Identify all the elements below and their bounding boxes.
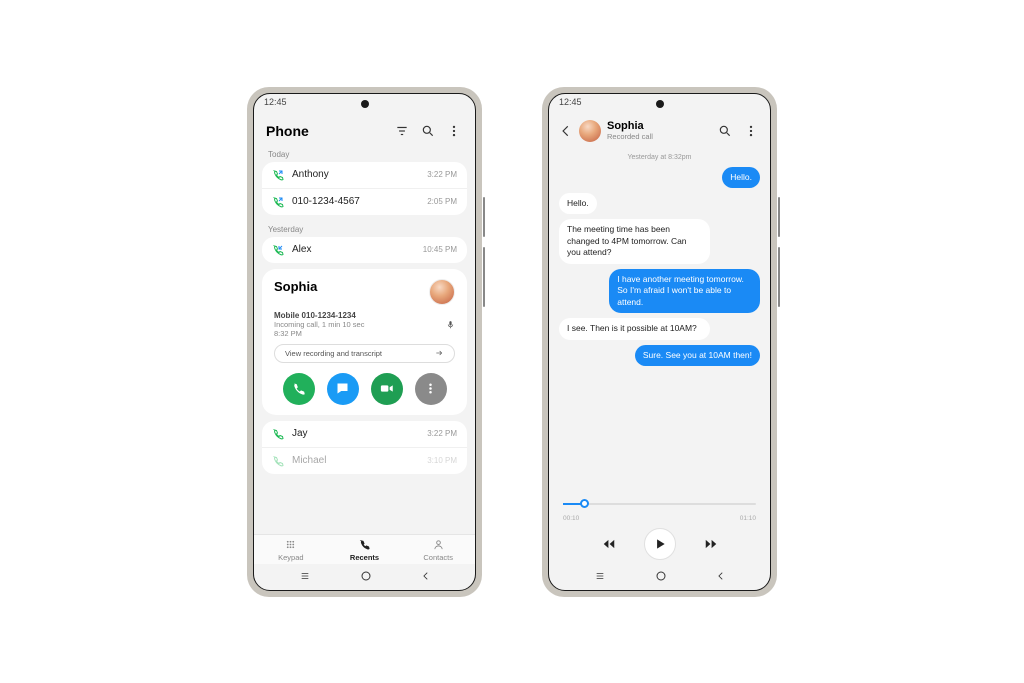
incoming-call-icon	[272, 244, 284, 256]
nav-keypad[interactable]: Keypad	[254, 539, 328, 562]
call-detail: Incoming call, 1 min 10 sec	[274, 320, 446, 329]
back-icon[interactable]	[716, 570, 726, 582]
info-button[interactable]	[415, 373, 447, 405]
recents-icon	[328, 539, 402, 551]
more-icon[interactable]	[742, 122, 760, 140]
message-out[interactable]: Hello.	[722, 167, 760, 188]
call-row[interactable]: 010-1234-4567 2:05 PM	[262, 189, 467, 215]
contact-name: Sophia	[607, 120, 708, 132]
caller-name: Alex	[292, 244, 423, 255]
call-time: 3:10 PM	[427, 456, 457, 465]
call-time: 2:05 PM	[427, 197, 457, 206]
play-button[interactable]	[644, 528, 676, 560]
incoming-call-icon	[272, 455, 284, 467]
message-out[interactable]: I have another meeting tomorrow. So I'm …	[609, 269, 760, 313]
call-time: 10:45 PM	[423, 245, 457, 254]
system-nav	[254, 564, 475, 590]
phone-left: 12:45 Phone Today Anthony 3:22 PM	[247, 87, 482, 597]
avatar[interactable]	[579, 120, 601, 142]
recent-apps-icon[interactable]	[298, 571, 312, 581]
back-icon[interactable]	[559, 124, 573, 138]
call-time: 3:22 PM	[427, 429, 457, 438]
mic-icon	[446, 320, 455, 329]
call-row[interactable]: Michael 3:10 PM	[262, 448, 467, 474]
contacts-icon	[401, 539, 475, 551]
caller-name: 010-1234-4567	[292, 196, 427, 207]
message-out[interactable]: Sure. See you at 10AM then!	[635, 345, 760, 366]
section-today: Today	[262, 146, 467, 162]
message-button[interactable]	[327, 373, 359, 405]
chat-header: Sophia Recorded call	[549, 114, 770, 148]
side-button[interactable]	[778, 247, 780, 307]
message-in[interactable]: Hello.	[559, 193, 597, 214]
front-camera	[656, 100, 664, 108]
caller-name: Jay	[292, 428, 427, 439]
clock: 12:45	[559, 97, 582, 107]
system-nav	[549, 564, 770, 590]
call-button[interactable]	[283, 373, 315, 405]
nav-contacts[interactable]: Contacts	[401, 539, 475, 562]
seek-bar[interactable]	[563, 495, 756, 513]
app-title: Phone	[266, 123, 385, 139]
message-in[interactable]: I see. Then is it possible at 10AM?	[559, 318, 710, 339]
message-in[interactable]: The meeting time has been changed to 4PM…	[559, 219, 710, 263]
caller-name: Anthony	[292, 169, 427, 180]
outgoing-call-icon	[272, 196, 284, 208]
avatar[interactable]	[429, 279, 455, 305]
rewind-icon[interactable]	[600, 537, 618, 551]
app-header: Phone	[254, 114, 475, 146]
recent-apps-icon[interactable]	[593, 571, 607, 581]
filter-icon[interactable]	[393, 122, 411, 140]
call-timestamp: 8:32 PM	[274, 329, 455, 338]
view-recording-button[interactable]: View recording and transcript	[274, 344, 455, 363]
clock: 12:45	[264, 97, 287, 107]
call-detail-card: Sophia Mobile 010-1234-1234 Incoming cal…	[262, 269, 467, 415]
video-button[interactable]	[371, 373, 403, 405]
front-camera	[361, 100, 369, 108]
keypad-icon	[254, 539, 328, 551]
call-row[interactable]: Anthony 3:22 PM	[262, 162, 467, 189]
outgoing-call-icon	[272, 169, 284, 181]
search-icon[interactable]	[419, 122, 437, 140]
side-button[interactable]	[778, 197, 780, 237]
header-subtitle: Recorded call	[607, 132, 708, 141]
audio-player: 00:10 01:10	[549, 489, 770, 564]
bottom-nav: Keypad Recents Contacts	[254, 534, 475, 564]
side-button[interactable]	[483, 197, 485, 237]
call-row[interactable]: Alex 10:45 PM	[262, 237, 467, 263]
caller-name: Michael	[292, 455, 427, 466]
side-button[interactable]	[483, 247, 485, 307]
back-icon[interactable]	[421, 570, 431, 582]
time-total: 01:10	[740, 515, 756, 522]
time-current: 00:10	[563, 515, 579, 522]
phone-right: 12:45 Sophia Recorded call Yesterday at …	[542, 87, 777, 597]
contact-phone: Mobile 010-1234-1234	[274, 311, 455, 320]
timestamp: Yesterday at 8:32pm	[559, 154, 760, 161]
seek-knob[interactable]	[580, 499, 589, 508]
nav-recents[interactable]: Recents	[328, 539, 402, 562]
call-row[interactable]: Jay 3:22 PM	[262, 421, 467, 448]
section-yesterday: Yesterday	[262, 221, 467, 237]
home-icon[interactable]	[655, 570, 667, 582]
search-icon[interactable]	[716, 122, 734, 140]
home-icon[interactable]	[360, 570, 372, 582]
more-icon[interactable]	[445, 122, 463, 140]
call-time: 3:22 PM	[427, 170, 457, 179]
transcript: Yesterday at 8:32pm Hello. Hello. The me…	[549, 148, 770, 489]
arrow-right-icon	[434, 349, 444, 357]
contact-name: Sophia	[274, 279, 429, 294]
forward-icon[interactable]	[702, 537, 720, 551]
incoming-call-icon	[272, 428, 284, 440]
